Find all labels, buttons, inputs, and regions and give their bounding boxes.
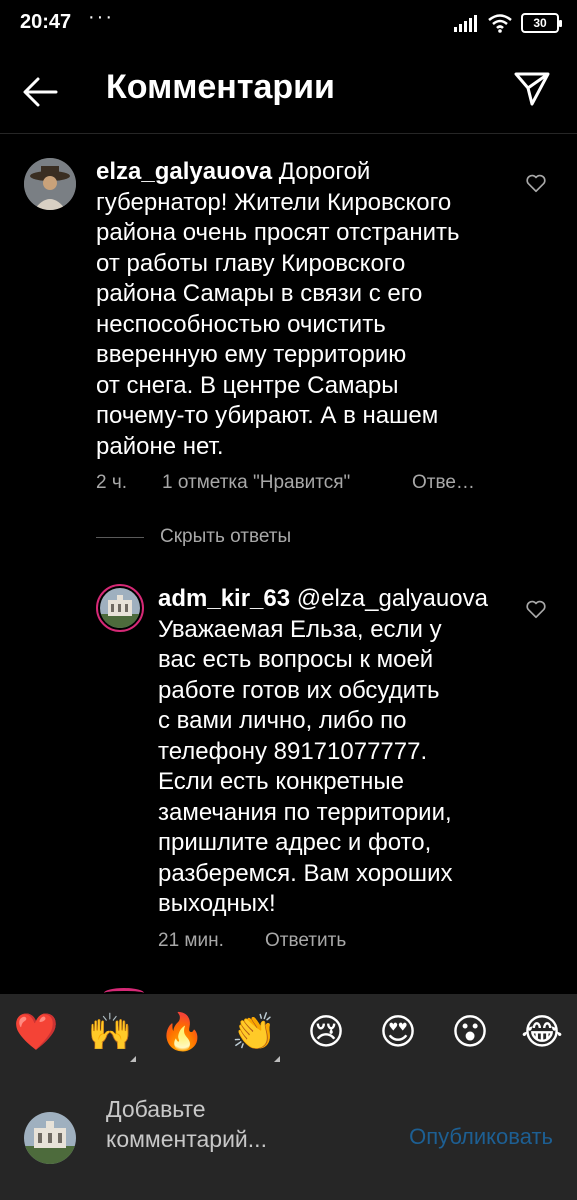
emoji-heart-button[interactable]: ❤️ (12, 1008, 60, 1056)
reply-line: пришлите адрес и фото, (158, 829, 432, 856)
avatar[interactable] (24, 158, 76, 210)
back-arrow-icon[interactable] (20, 72, 60, 112)
comment-line: района Самары в связи с его (96, 280, 423, 307)
battery-icon: 30 (521, 13, 562, 33)
avatar[interactable] (96, 584, 144, 632)
emoji-crying-button[interactable]: 😢 (302, 1008, 350, 1056)
direct-send-icon[interactable] (513, 70, 551, 108)
comment-time: 2 ч. (96, 472, 128, 493)
comment-line: губернатор! Жители Кировского (96, 188, 452, 216)
reply-line: замечания по территории, (158, 798, 452, 826)
reply-line: с вами лично, либо по (158, 707, 407, 734)
emoji-heart-eyes-button[interactable]: 😍 (374, 1008, 422, 1056)
reply-line: Если есть конкретные (158, 768, 404, 795)
building-photo-icon (24, 1112, 76, 1164)
hide-replies-label: Скрыть ответы (160, 526, 292, 547)
reply-line: вас есть вопросы к моей (158, 646, 434, 673)
comment-input-placeholder: комментарий... (106, 1126, 267, 1152)
status-more-dots: ··· (88, 6, 114, 28)
hide-replies-toggle[interactable]: Скрыть ответы (96, 526, 291, 548)
user-photo-icon (24, 158, 76, 210)
reply-line: выходных! (158, 890, 276, 917)
like-heart-icon[interactable] (525, 598, 547, 620)
wifi-icon (488, 14, 512, 33)
reply-username[interactable]: adm_kir_63 (158, 585, 290, 612)
emoji-surprised-button[interactable]: 😮 (446, 1008, 494, 1056)
comment-line: от работы главу Кировского (96, 249, 406, 277)
comment-input[interactable]: Добавьте комментарий... (106, 1094, 346, 1154)
comment-input-placeholder: Добавьте (106, 1096, 206, 1122)
header: Комментарии (0, 50, 577, 134)
reply-time: 21 мин. (158, 930, 224, 951)
status-icons: 30 (453, 13, 562, 33)
comment-line: районе нет. (96, 432, 224, 460)
building-photo-icon (100, 588, 140, 628)
status-time: 20:47 (20, 11, 72, 33)
battery-level: 30 (533, 16, 547, 30)
comment-composer-panel: ❤️ 🙌 🔥 👏 😢 😍 😮 😂 Добавьте комментарий...… (0, 994, 577, 1200)
reply-button[interactable]: Отве… (412, 472, 475, 494)
page-title: Комментарии (106, 68, 335, 106)
status-bar: 20:47 ··· 30 (0, 0, 577, 50)
signal-icon (454, 15, 477, 32)
comment-likes-count[interactable]: 1 отметка "Нравится" (162, 472, 350, 494)
comment-line: района очень просят отстранить (96, 219, 460, 246)
quick-emoji-bar: ❤️ 🙌 🔥 👏 😢 😍 😮 😂 (0, 1008, 577, 1072)
emoji-raising-hands-button[interactable]: 🙌 (86, 1008, 136, 1062)
like-heart-icon[interactable] (525, 172, 547, 194)
comment-line: вверенную ему территорию (96, 341, 407, 368)
comment-line: Дорогой (278, 158, 371, 185)
reply-line: разберемся. Вам хороших (158, 859, 453, 887)
emoji-fire-button[interactable]: 🔥 (158, 1008, 206, 1056)
publish-button[interactable]: Опубликовать (409, 1124, 553, 1150)
emoji-laughing-button[interactable]: 😂 (518, 1008, 566, 1056)
reply-line: работе готов их обсудить (158, 676, 440, 704)
comment-username[interactable]: elza_galyauova (96, 158, 272, 185)
divider (96, 536, 144, 538)
reply-line: телефону 89171077777. (158, 737, 428, 765)
reply-line: Уважаемая Ельза, если у (158, 615, 442, 643)
current-user-avatar (24, 1112, 76, 1164)
reply-text: adm_kir_63 @elza_galyauova Уважаемая Ель… (158, 584, 518, 920)
comment-line: неспособностью очистить (96, 310, 386, 338)
reply-button[interactable]: Ответить (265, 930, 346, 952)
reply-mention[interactable]: @elza_galyauova (297, 585, 488, 612)
emoji-clapping-button[interactable]: 👏 (230, 1008, 280, 1062)
comment-line: почему-то убирают. А в нашем (96, 402, 439, 429)
comment-text: elza_galyauova Дорогой губернатор! Жител… (96, 157, 516, 462)
comment-line: от снега. В центре Самары (96, 371, 399, 399)
